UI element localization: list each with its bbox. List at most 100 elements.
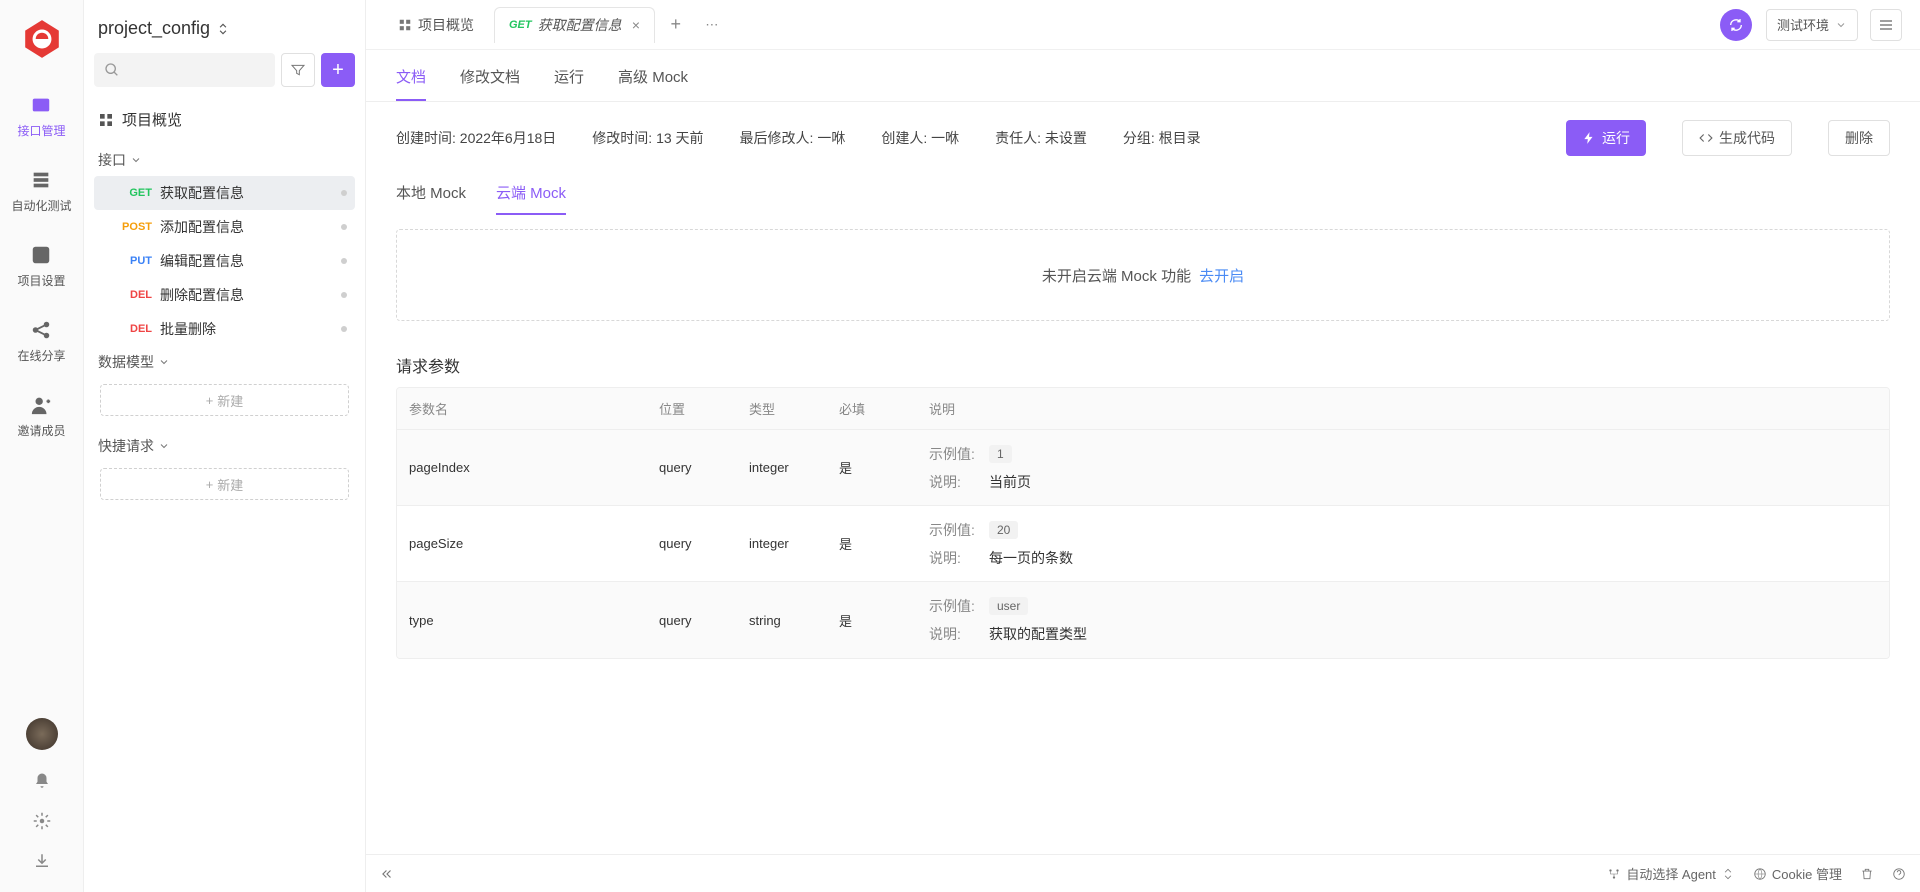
code-icon — [1699, 131, 1713, 145]
col-desc: 说明 — [917, 388, 1889, 429]
search-input[interactable] — [94, 53, 275, 87]
group-label: 接口 — [98, 150, 126, 170]
created-time: 创建时间: 2022年6月18日 — [396, 128, 556, 148]
tab-more-button[interactable]: ⋯ — [697, 17, 727, 33]
param-desc: 示例值:20 说明:每一页的条数 — [917, 508, 1889, 580]
owner: 责任人: 未设置 — [995, 128, 1087, 148]
status-dot — [341, 326, 347, 332]
refresh-icon — [1728, 17, 1744, 33]
param-desc: 示例值:1 说明:当前页 — [917, 432, 1889, 504]
refresh-button[interactable] — [1720, 9, 1752, 41]
search-icon — [104, 62, 120, 78]
close-icon[interactable]: × — [632, 17, 640, 33]
run-label: 运行 — [1602, 128, 1630, 148]
rail-item-api[interactable]: 接口管理 — [17, 94, 65, 139]
gear-icon[interactable] — [33, 812, 51, 830]
new-model-button[interactable]: +新建 — [100, 384, 349, 416]
quick-group-head[interactable]: 快捷请求 — [94, 430, 355, 462]
api-group-head[interactable]: 接口 — [94, 144, 355, 176]
cookie-manager[interactable]: Cookie 管理 — [1753, 864, 1842, 883]
table-row: pageSize query integer 是 示例值:20 说明:每一页的条… — [397, 506, 1889, 582]
params-table: 参数名 位置 类型 必填 说明 pageIndex query integer … — [396, 387, 1890, 659]
param-loc: query — [647, 524, 737, 563]
new-tab-button[interactable]: + — [661, 10, 691, 40]
generate-code-button[interactable]: 生成代码 — [1682, 120, 1792, 156]
download-icon[interactable] — [33, 852, 51, 870]
delete-button[interactable]: 删除 — [1828, 120, 1890, 156]
app-logo — [21, 18, 63, 60]
api-item[interactable]: DEL批量删除 — [94, 312, 355, 346]
project-overview-link[interactable]: 项目概览 — [94, 101, 355, 144]
environment-selector[interactable]: 测试环境 — [1766, 9, 1858, 41]
agent-selector[interactable]: 自动选择 Agent — [1607, 864, 1735, 883]
param-type: integer — [737, 524, 827, 563]
status-dot — [341, 292, 347, 298]
mock-tab-cloud[interactable]: 云端 Mock — [496, 182, 566, 215]
table-head: 参数名 位置 类型 必填 说明 — [397, 388, 1889, 430]
rail-item-settings[interactable]: 项目设置 — [17, 244, 65, 289]
project-selector[interactable]: project_config — [94, 18, 355, 53]
menu-button[interactable] — [1870, 9, 1902, 41]
table-row: pageIndex query integer 是 示例值:1 说明:当前页 — [397, 430, 1889, 506]
rail-item-invite[interactable]: 邀请成员 — [17, 394, 65, 439]
api-item[interactable]: POST添加配置信息 — [94, 210, 355, 244]
project-name: project_config — [98, 18, 210, 39]
subtab-edit[interactable]: 修改文档 — [460, 66, 520, 101]
chevron-updown-icon — [216, 22, 230, 36]
cloud-enable-link[interactable]: 去开启 — [1199, 265, 1244, 286]
group-label: 数据模型 — [98, 352, 154, 372]
collapse-icon[interactable] — [380, 867, 394, 881]
chevron-updown-icon — [1721, 867, 1735, 881]
api-item[interactable]: DEL删除配置信息 — [94, 278, 355, 312]
param-loc: query — [647, 601, 737, 640]
subtab-run[interactable]: 运行 — [554, 66, 584, 101]
help-icon[interactable] — [1892, 867, 1906, 881]
api-name: 编辑配置信息 — [160, 251, 341, 271]
user-avatar[interactable] — [26, 718, 58, 750]
tab-active-api[interactable]: GET 获取配置信息 × — [494, 7, 655, 43]
param-name: pageIndex — [397, 448, 647, 487]
new-label: 新建 — [217, 475, 243, 494]
globe-icon — [1753, 867, 1767, 881]
last-editor: 最后修改人: 一咻 — [740, 128, 846, 148]
col-req: 必填 — [827, 388, 917, 429]
mock-tab-local[interactable]: 本地 Mock — [396, 182, 466, 215]
model-group-head[interactable]: 数据模型 — [94, 346, 355, 378]
rail-label: 邀请成员 — [17, 422, 65, 439]
env-label: 测试环境 — [1777, 15, 1829, 34]
rail-label: 在线分享 — [17, 347, 65, 364]
cloud-msg: 未开启云端 Mock 功能 — [1042, 265, 1191, 286]
tabs-bar: 项目概览 GET 获取配置信息 × + ⋯ 测试环境 — [366, 0, 1920, 50]
group-label: 快捷请求 — [98, 436, 154, 456]
rail-item-share[interactable]: 在线分享 — [17, 319, 65, 364]
chevron-down-icon — [158, 440, 170, 452]
bell-icon[interactable] — [33, 772, 51, 790]
tab-label: 项目概览 — [418, 15, 474, 35]
cookie-label: Cookie 管理 — [1772, 864, 1842, 883]
api-item[interactable]: PUT编辑配置信息 — [94, 244, 355, 278]
run-button[interactable]: 运行 — [1566, 120, 1646, 156]
param-name: pageSize — [397, 524, 647, 563]
trash-icon[interactable] — [1860, 867, 1874, 881]
method-badge: GET — [112, 187, 152, 199]
rail-label: 项目设置 — [17, 272, 65, 289]
new-quick-button[interactable]: +新建 — [100, 468, 349, 500]
add-button[interactable]: + — [321, 53, 355, 87]
grid-icon — [398, 18, 412, 32]
tab-overview[interactable]: 项目概览 — [384, 7, 488, 43]
subtab-doc[interactable]: 文档 — [396, 66, 426, 101]
rail-item-automation[interactable]: 自动化测试 — [11, 169, 71, 214]
subtab-mock[interactable]: 高级 Mock — [618, 66, 688, 101]
param-type: string — [737, 601, 827, 640]
mock-tabs: 本地 Mock 云端 Mock — [366, 174, 1920, 215]
subtabs: 文档 修改文档 运行 高级 Mock — [366, 50, 1920, 102]
node-icon — [1607, 867, 1621, 881]
filter-button[interactable] — [281, 53, 315, 87]
modified-time: 修改时间: 13 天前 — [592, 128, 703, 148]
api-name: 添加配置信息 — [160, 217, 341, 237]
rail-label: 自动化测试 — [11, 197, 71, 214]
api-item[interactable]: GET获取配置信息 — [94, 176, 355, 210]
creator: 创建人: 一咻 — [881, 128, 959, 148]
gen-label: 生成代码 — [1719, 128, 1775, 148]
method-badge: DEL — [112, 323, 152, 335]
